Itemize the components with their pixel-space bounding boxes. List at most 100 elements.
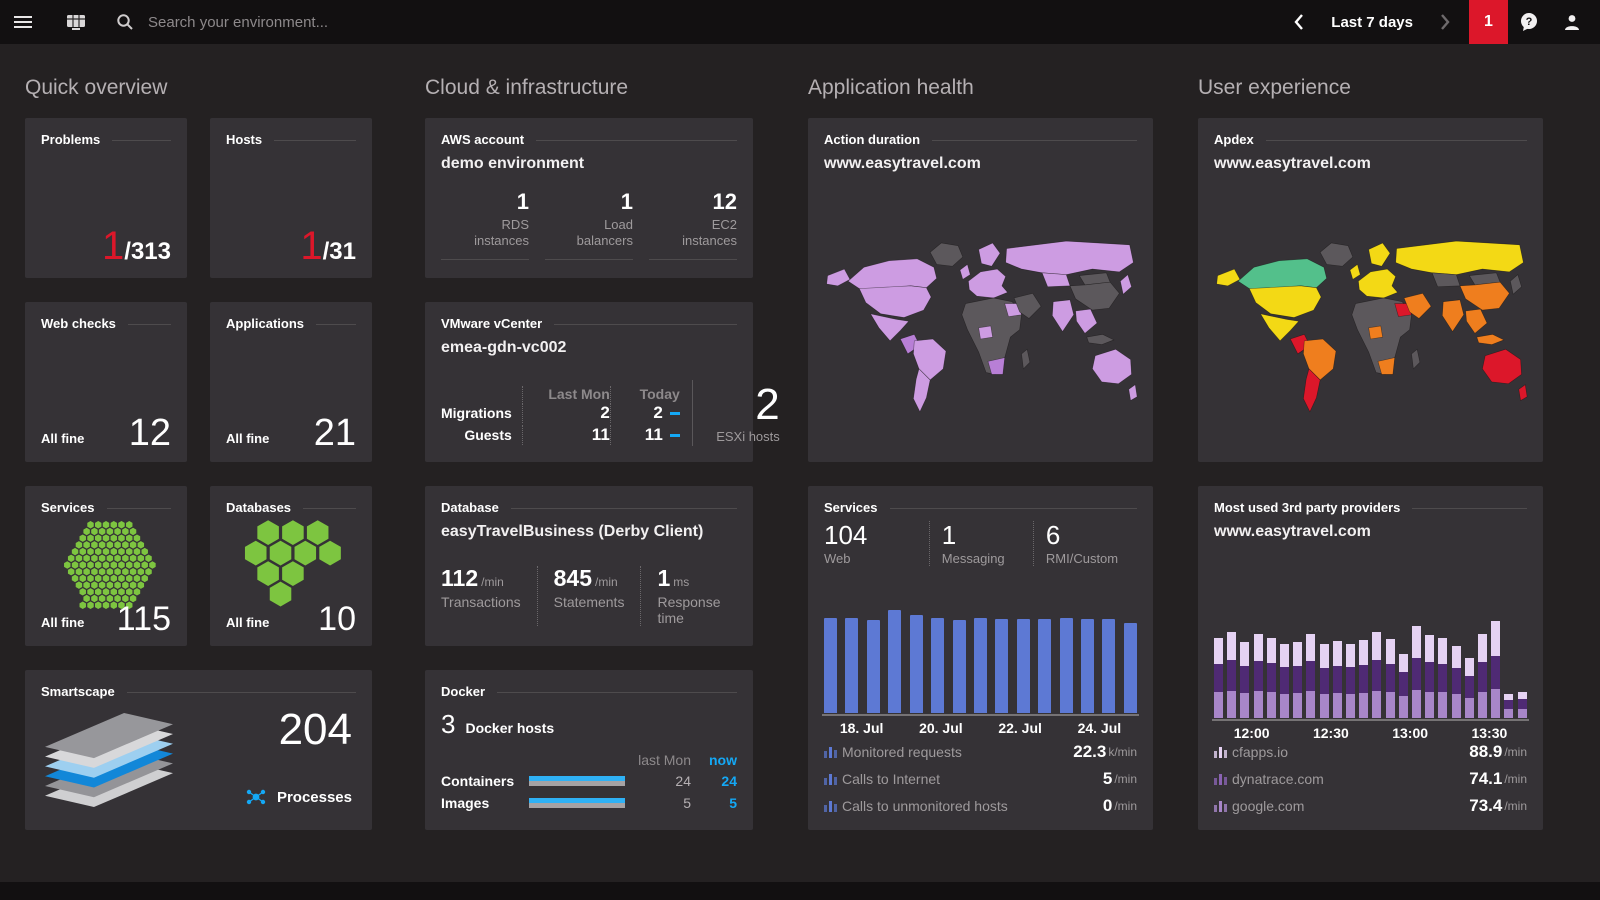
providers-stacked-bar-chart — [1214, 596, 1527, 718]
tile-applications[interactable]: Applications All fine 21 — [210, 302, 372, 462]
tile-title: Databases — [226, 500, 291, 515]
processes-icon — [245, 786, 267, 808]
status-text: All fine — [226, 615, 269, 630]
tile-docker[interactable]: Docker 3 Docker hosts last Mon now Conta… — [425, 670, 753, 830]
menu-icon[interactable] — [0, 0, 46, 44]
col-header-last-mon: last Mon — [633, 752, 691, 768]
problems-open-count: 1 — [102, 226, 124, 266]
apdex-world-map — [1212, 214, 1529, 436]
col-header-today: Today — [610, 386, 680, 402]
esxi-hosts-stat: 2 ESXi hosts — [692, 380, 780, 446]
search-input[interactable] — [146, 13, 490, 32]
tile-hosts[interactable]: Hosts 1 /31 — [210, 118, 372, 278]
tile-vmware-vcenter[interactable]: VMware vCenter emea-gdn-vc002 Last Mon T… — [425, 302, 753, 462]
providers-list: cfapps.io 88.9/min dynatrace.com 74.1/mi… — [1214, 742, 1527, 816]
search-icon — [116, 13, 134, 31]
guests-today: 11 — [610, 425, 680, 445]
tile-title: Web checks — [41, 316, 116, 331]
aws-stat-ec2: 12 EC2 instances — [649, 190, 737, 260]
tile-problems[interactable]: Problems 1 /313 — [25, 118, 187, 278]
user-icon[interactable] — [1550, 0, 1594, 44]
docker-table: last Mon now Containers 24 24 Images 5 5 — [441, 750, 737, 814]
processes-label: Processes — [277, 789, 352, 806]
chevron-right-icon[interactable] — [1439, 13, 1451, 31]
list-item: cfapps.io 88.9/min — [1214, 742, 1527, 762]
tile-databases[interactable]: Databases All fine 10 — [210, 486, 372, 646]
hosts-total: /31 — [323, 240, 356, 264]
status-text: All fine — [226, 431, 269, 446]
tile-title: Problems — [41, 132, 100, 147]
tile-smartscape[interactable]: Smartscape 204 — [25, 670, 372, 830]
application-name: www.easytravel.com — [808, 147, 1153, 173]
hosts-problem-count: 1 — [300, 226, 322, 266]
tile-title: AWS account — [441, 132, 524, 147]
tile-services[interactable]: Services All fine 115 — [25, 486, 187, 646]
section-title-app-health: Application health — [808, 76, 974, 100]
quick-overview-grid: Problems 1 /313 Hosts 1 /31 Web checks A… — [25, 118, 372, 830]
containers-last-mon: 24 — [633, 773, 691, 789]
images-bar — [529, 798, 625, 808]
col-header-now: now — [691, 752, 737, 768]
guests-last-mon: 11 — [522, 425, 610, 445]
aws-stat-load-balancers: 1 Load balancers — [545, 190, 633, 260]
db-stat-response-time: 1ms Response time — [640, 566, 737, 626]
tile-title: Docker — [441, 684, 485, 699]
images-now: 5 — [691, 795, 737, 811]
tile-title: Apdex — [1214, 132, 1254, 147]
tile-third-party-providers[interactable]: Most used 3rd party providers www.easytr… — [1198, 486, 1543, 830]
tile-title: Action duration — [824, 132, 920, 147]
bar-chart-icon — [1214, 800, 1232, 812]
row-label-images: Images — [441, 795, 529, 811]
aws-environment-name: demo environment — [425, 147, 753, 173]
tile-title: Services — [41, 500, 95, 515]
tile-services-health[interactable]: Services 104 Web 1 Messaging 6 RMI/Custo… — [808, 486, 1153, 830]
smartscape-layers-icon — [45, 712, 173, 808]
tile-database[interactable]: Database easyTravelBusiness (Derby Clien… — [425, 486, 753, 646]
databases-count: 10 — [318, 602, 356, 636]
row-label-migrations: Migrations — [441, 405, 522, 421]
section-title-user-experience: User experience — [1198, 76, 1351, 100]
containers-now: 24 — [691, 773, 737, 789]
row-label-containers: Containers — [441, 773, 529, 789]
migrations-today: 2 — [610, 403, 680, 423]
chart-baseline — [822, 714, 1139, 716]
vcenter-name: emea-gdn-vc002 — [425, 331, 753, 357]
list-item: Calls to unmonitored hosts 0/min — [824, 796, 1137, 816]
section-title-quick-overview: Quick overview — [25, 76, 167, 100]
top-navigation-bar: Last 7 days 1 ? — [0, 0, 1600, 44]
db-stat-transactions: 112/min Transactions — [441, 566, 537, 626]
cloud-column: AWS account demo environment 1 RDS insta… — [425, 118, 753, 830]
time-range-selector[interactable]: Last 7 days — [1331, 14, 1413, 31]
bottom-strip — [0, 882, 1600, 900]
bar-chart-icon — [1214, 773, 1232, 785]
tile-action-duration[interactable]: Action duration www.easytravel.com — [808, 118, 1153, 462]
aws-stat-rds: 1 RDS instances — [441, 190, 529, 260]
processes-count: 204 — [279, 708, 352, 752]
trend-flat-icon — [670, 412, 680, 415]
bar-chart-icon — [824, 746, 842, 758]
dashboard-icon[interactable] — [54, 0, 98, 44]
tile-apdex[interactable]: Apdex www.easytravel.com — [1198, 118, 1543, 462]
tile-web-checks[interactable]: Web checks All fine 12 — [25, 302, 187, 462]
list-item: Calls to Internet 5/min — [824, 769, 1137, 789]
stat-web: 104 Web — [824, 521, 929, 566]
help-icon[interactable]: ? — [1508, 0, 1550, 44]
chart-x-labels: 12:0012:3013:0013:30 — [1212, 725, 1529, 741]
tile-title: Hosts — [226, 132, 262, 147]
section-title-cloud: Cloud & infrastructure — [425, 76, 628, 100]
status-text: All fine — [41, 615, 84, 630]
tile-aws-account[interactable]: AWS account demo environment 1 RDS insta… — [425, 118, 753, 278]
chevron-left-icon[interactable] — [1293, 13, 1305, 31]
col-header-last-mon: Last Mon — [522, 386, 610, 402]
trend-flat-icon — [670, 434, 680, 437]
services-stats: 104 Web 1 Messaging 6 RMI/Custom — [808, 515, 1153, 566]
problems-badge[interactable]: 1 — [1469, 0, 1508, 44]
list-item: Monitored requests 22.3k/min — [824, 742, 1137, 762]
list-item: dynatrace.com 74.1/min — [1214, 769, 1527, 789]
services-honeycomb-icon — [25, 520, 187, 610]
application-name: www.easytravel.com — [1198, 147, 1543, 173]
docker-hosts-label: Docker hosts — [465, 720, 554, 736]
bar-chart-icon — [1214, 746, 1232, 758]
images-last-mon: 5 — [633, 795, 691, 811]
bar-chart-icon — [824, 773, 842, 785]
